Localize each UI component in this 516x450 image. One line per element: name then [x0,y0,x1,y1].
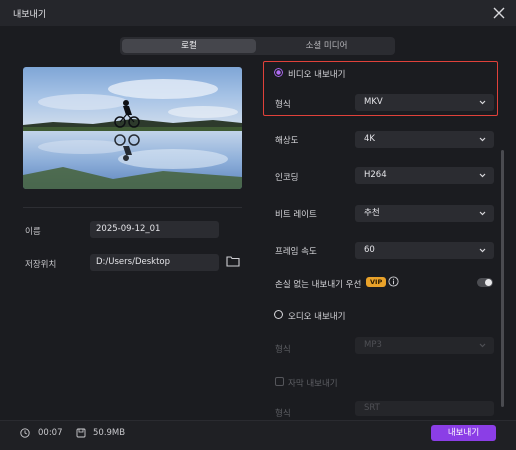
audio-format-label: 형식 [275,345,291,355]
window-title: 내보내기 [13,10,47,20]
tab-social-media[interactable]: 소셜 미디어 [258,37,395,55]
encoding-label: 인코딩 [275,173,299,183]
audio-format-select[interactable]: MP3 [355,337,494,354]
encoding-select[interactable]: H264 [355,167,494,184]
file-size-text: 50.9MB [93,428,126,438]
toggle-knob [485,279,492,286]
chevron-down-icon [479,248,486,253]
subtitle-export-checkbox[interactable] [275,377,284,386]
chevron-down-icon [479,211,486,216]
chevron-down-icon [479,100,486,105]
format-select[interactable]: MKV [355,94,494,111]
save-location-label: 저장위치 [25,260,57,270]
duration-text: 00:07 [38,428,63,438]
video-export-radio[interactable] [274,68,283,77]
save-location-input[interactable]: D:/Users/Desktop [90,254,219,271]
chevron-down-icon [479,173,486,178]
title-bar: 내보내기 [0,0,516,26]
format-value: MKV [364,97,383,107]
tab-local[interactable]: 로컬 [122,39,256,53]
video-preview-thumbnail [23,67,242,189]
export-button[interactable]: 내보내기 [431,425,496,441]
framerate-value: 60 [364,245,375,255]
vip-badge: VIP [366,277,387,287]
audio-export-radio[interactable] [274,310,283,319]
chevron-down-icon [479,343,486,348]
close-icon[interactable] [490,4,508,22]
encoding-value: H264 [364,170,387,180]
lossless-export-toggle[interactable] [477,278,493,287]
resolution-label: 해상도 [275,136,299,146]
chevron-down-icon [479,137,486,142]
bitrate-select[interactable]: 추천 [355,205,494,222]
subtitle-format-select[interactable]: SRT [355,401,494,416]
subtitle-export-label: 자막 내보내기 [288,379,338,389]
name-label: 이름 [25,227,41,237]
resolution-value: 4K [364,134,375,144]
folder-icon[interactable] [226,255,240,267]
video-export-label: 비디오 내보내기 [288,70,346,80]
audio-format-value: MP3 [364,340,382,350]
clock-icon [20,428,30,438]
left-panel-divider [23,207,242,208]
filename-input[interactable]: 2025-09-12_01 [90,221,219,238]
export-tabs: 로컬 소셜 미디어 [120,37,395,55]
bitrate-label: 비트 레이트 [275,210,317,220]
format-label: 형식 [275,100,291,110]
subtitle-format-value: SRT [364,403,380,413]
bitrate-value: 추천 [364,208,380,218]
save-disk-icon [76,428,86,438]
settings-scrollbar[interactable] [501,150,504,407]
audio-export-label: 오디오 내보내기 [288,312,346,322]
info-icon[interactable] [388,276,399,287]
lossless-export-label: 손실 없는 내보내기 우선 [275,280,362,290]
resolution-select[interactable]: 4K [355,131,494,148]
subtitle-format-label: 형식 [275,409,291,419]
framerate-label: 프레임 속도 [275,247,317,257]
framerate-select[interactable]: 60 [355,242,494,259]
